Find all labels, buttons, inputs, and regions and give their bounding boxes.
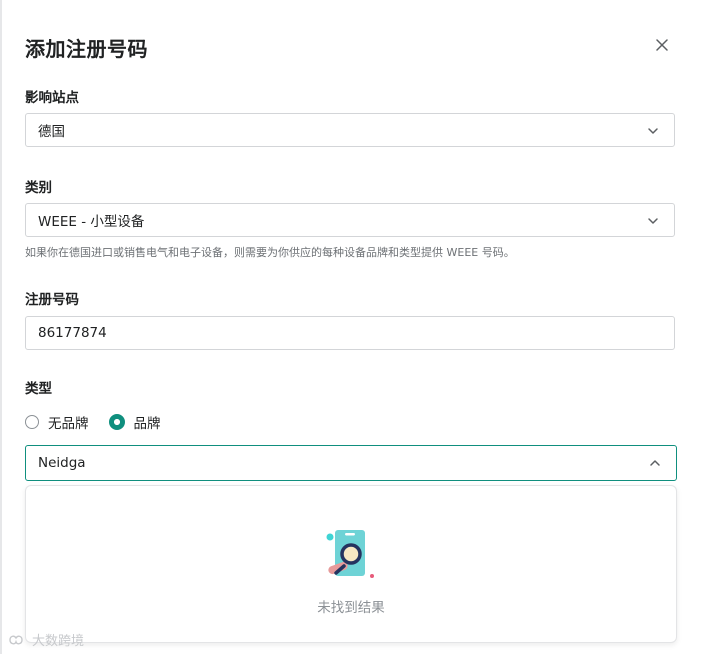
category-label: 类别 [25,180,52,196]
brand-combobox[interactable]: Neidga [25,445,677,481]
type-radio-group: 无品牌 品牌 [25,412,161,432]
category-help-text: 如果你在德国进口或销售电气和电子设备，则需要为你供应的每种设备品牌和类型提供 W… [25,246,515,259]
type-label: 类型 [25,381,52,397]
close-icon [656,39,668,51]
radio-unbranded[interactable]: 无品牌 [25,412,89,432]
close-button[interactable] [650,33,674,57]
registration-label: 注册号码 [25,292,79,308]
radio-unbranded-circle [25,415,39,429]
radio-unbranded-label: 无品牌 [48,416,89,432]
modal-title: 添加注册号码 [25,37,148,61]
radio-branded[interactable]: 品牌 [108,412,161,432]
site-select[interactable]: 德国 [25,113,675,147]
watermark-logo-icon [9,635,23,644]
watermark-text: 大数跨境 [32,634,85,649]
radio-branded-circle [108,414,125,430]
add-registration-modal: 添加注册号码 影响站点 德国 类别 WEEE - 小型设备 如果你在德国进口或销… [0,0,701,654]
watermark: 大数跨境 [8,630,84,649]
category-select-value: WEEE - 小型设备 [38,214,145,230]
empty-results-text: 未找到结果 [317,600,385,616]
site-select-value: 德国 [38,124,65,140]
brand-combobox-value: Neidga [38,455,86,471]
chevron-down-icon [648,218,658,224]
registration-number-input[interactable]: 86177874 [25,316,675,350]
chevron-down-icon [648,128,658,134]
left-edge-divider [0,0,2,654]
brand-dropdown: 未找到结果 [25,485,677,643]
category-select[interactable]: WEEE - 小型设备 [25,203,675,237]
chevron-up-icon [650,460,660,466]
registration-number-value: 86177874 [38,325,107,341]
site-label: 影响站点 [25,90,79,106]
radio-branded-label: 品牌 [133,416,161,432]
search-empty-illustration [326,530,374,578]
